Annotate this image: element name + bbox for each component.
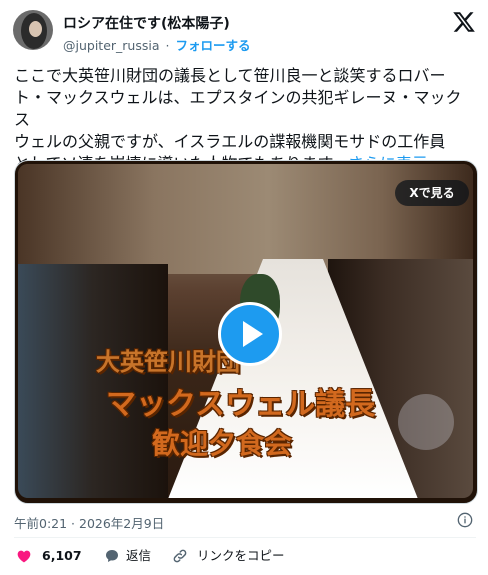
separator-dot: ·: [165, 38, 170, 53]
reply-label: 返信: [126, 548, 152, 563]
link-icon: [173, 549, 187, 563]
play-button[interactable]: [218, 302, 282, 366]
author-display-name[interactable]: ロシア在住です(松本陽子): [63, 13, 230, 33]
author-handle-row: @jupiter_russia · フォローする: [63, 35, 250, 54]
video-caption-line-1: 大英笹川財団: [96, 347, 240, 376]
tweet-text: ここで大英笹川財団の議長として笹川良一と談笑するロバー ト・マックスウェルは、エ…: [14, 65, 476, 175]
copy-link-button[interactable]: リンクをコピー: [172, 545, 302, 567]
see-on-x-button[interactable]: Xで見る: [395, 180, 469, 206]
reply-button[interactable]: 返信: [104, 545, 164, 567]
like-button[interactable]: 6,107: [16, 545, 88, 567]
x-logo-icon[interactable]: [452, 10, 476, 34]
follow-button[interactable]: フォローする: [175, 38, 250, 53]
heart-icon: [17, 550, 31, 563]
play-icon: [243, 321, 263, 347]
video-thumbnail[interactable]: 大英笹川財団 マックスウェル議長 歓迎夕食会 Xで見る: [18, 164, 473, 498]
video-caption-line-3: 歓迎夕食会: [152, 427, 293, 460]
reply-bubble-icon: [106, 550, 118, 562]
video-caption-line-2: マックスウェル議長: [106, 387, 376, 422]
copy-link-label: リンクをコピー: [197, 548, 285, 563]
tweet-header: ロシア在住です(松本陽子) @jupiter_russia · フォローする: [0, 0, 488, 60]
post-timestamp[interactable]: 午前0:21 · 2026年2月9日: [14, 513, 164, 532]
author-handle[interactable]: @jupiter_russia: [63, 38, 160, 53]
avatar[interactable]: [13, 10, 53, 50]
video-control-overlay: [398, 394, 454, 450]
tweet-card: ロシア在住です(松本陽子) @jupiter_russia · フォローする こ…: [0, 0, 488, 575]
media-container[interactable]: 大英笹川財団 マックスウェル議長 歓迎夕食会 Xで見る: [14, 160, 478, 504]
like-count: 6,107: [42, 548, 82, 563]
info-icon[interactable]: [457, 512, 473, 528]
divider: [14, 537, 476, 538]
